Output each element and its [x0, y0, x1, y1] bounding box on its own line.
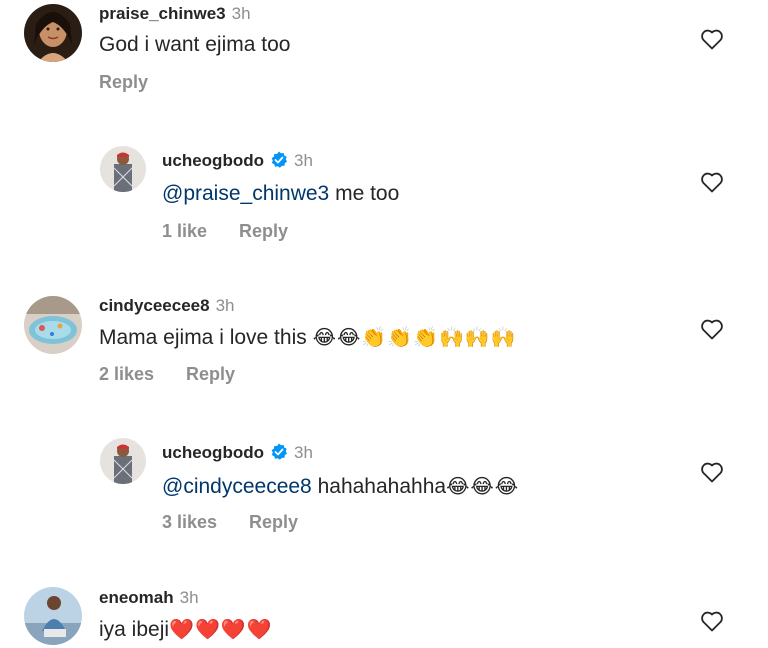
- comment-text: iya ibeji❤️❤️❤️❤️: [99, 617, 273, 642]
- reply-button[interactable]: Reply: [249, 512, 298, 532]
- comment-body-text: Mama ejima i love this: [99, 326, 313, 349]
- comment-time: 3h: [231, 4, 251, 23]
- avatar[interactable]: [24, 4, 82, 62]
- comment-meta: 3 likes Reply: [162, 512, 330, 533]
- comment-username[interactable]: praise_chinwe3 3h: [99, 4, 251, 24]
- avatar[interactable]: [100, 146, 146, 192]
- comment-meta: 2 likes Reply: [99, 364, 267, 385]
- reply-button[interactable]: Reply: [186, 364, 235, 384]
- comment-text: @praise_chinwe3 me too: [162, 182, 399, 206]
- avatar[interactable]: [24, 587, 82, 645]
- avatar[interactable]: [100, 438, 146, 484]
- heart-icon[interactable]: [700, 28, 724, 50]
- comment-meta: Reply: [99, 72, 180, 93]
- username-text[interactable]: eneomah: [99, 588, 174, 607]
- avatar[interactable]: [24, 296, 82, 354]
- emoji-sequence: 😂😂😂: [446, 476, 520, 498]
- comment-meta: 1 like Reply: [162, 221, 320, 242]
- comment-body-text: hahahahahha: [311, 475, 447, 498]
- comment-body-text: iya ibeji: [99, 618, 170, 641]
- username-text[interactable]: ucheogbodo: [162, 443, 264, 462]
- emoji-sequence: 😂😂👏👏👏🙌🙌🙌: [312, 327, 517, 349]
- comment-username[interactable]: cindyceecee8 3h: [99, 296, 235, 316]
- username-text[interactable]: cindyceecee8: [99, 296, 210, 315]
- likes-count[interactable]: 2 likes: [99, 364, 154, 384]
- mention-link[interactable]: @cindyceecee8: [162, 475, 312, 498]
- comment-time: 3h: [179, 588, 199, 607]
- comment-username[interactable]: ucheogbodo 3h: [162, 151, 313, 171]
- comment-time: 3h: [215, 296, 235, 315]
- emoji-sequence: ❤️❤️❤️❤️: [169, 619, 273, 641]
- verified-badge-icon: [271, 151, 287, 168]
- comment-time: 3h: [293, 443, 313, 462]
- heart-icon[interactable]: [700, 318, 724, 340]
- reply-button[interactable]: Reply: [239, 221, 288, 241]
- username-text[interactable]: ucheogbodo: [162, 151, 264, 170]
- reply-button[interactable]: Reply: [99, 72, 148, 92]
- username-text[interactable]: praise_chinwe3: [99, 4, 226, 23]
- likes-count[interactable]: 3 likes: [162, 512, 217, 532]
- comment-text: God i want ejima too: [99, 33, 291, 56]
- comment-username[interactable]: eneomah 3h: [99, 588, 199, 608]
- comment-time: 3h: [293, 151, 313, 170]
- comment-body-text: me too: [329, 182, 400, 205]
- heart-icon[interactable]: [700, 171, 724, 193]
- heart-icon[interactable]: [700, 461, 724, 483]
- comment-text: @cindyceecee8 hahahahahha😂😂😂: [162, 474, 519, 499]
- comment-username[interactable]: ucheogbodo 3h: [162, 443, 313, 463]
- comment-text: Mama ejima i love this 😂😂👏👏👏🙌🙌🙌: [99, 325, 517, 350]
- heart-icon[interactable]: [700, 610, 724, 632]
- verified-badge-icon: [271, 443, 287, 460]
- likes-count[interactable]: 1 like: [162, 221, 207, 241]
- mention-link[interactable]: @praise_chinwe3: [162, 182, 329, 205]
